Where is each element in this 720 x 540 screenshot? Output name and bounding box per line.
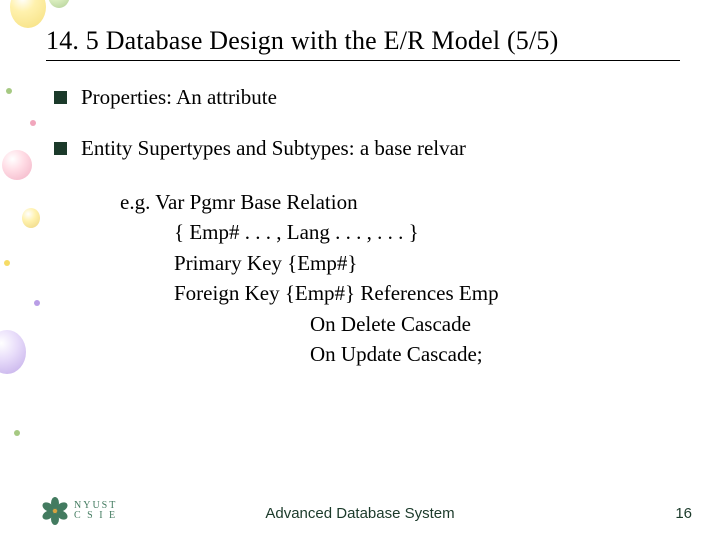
- example-line: On Update Cascade;: [120, 339, 680, 369]
- bullet-item: Entity Supertypes and Subtypes: a base r…: [54, 136, 680, 161]
- example-line: On Delete Cascade: [120, 309, 680, 339]
- bullet-text: Properties: An attribute: [81, 85, 277, 110]
- slide-title: 14. 5 Database Design with the E/R Model…: [46, 26, 680, 61]
- page-number: 16: [675, 505, 692, 522]
- footer-title: Advanced Database System: [0, 505, 720, 522]
- example-block: e.g. Var Pgmr Base Relation { Emp# . . .…: [120, 187, 680, 370]
- example-line: e.g. Var Pgmr Base Relation: [120, 187, 680, 217]
- square-bullet-icon: [54, 142, 67, 155]
- bullet-text: Entity Supertypes and Subtypes: a base r…: [81, 136, 466, 161]
- footer: NYUST C S I E Advanced Database System 1…: [0, 496, 720, 526]
- example-line: Primary Key {Emp#}: [120, 248, 680, 278]
- bullet-list: Properties: An attribute Entity Supertyp…: [54, 85, 680, 161]
- example-line: { Emp# . . . , Lang . . . , . . . }: [120, 217, 680, 247]
- bullet-item: Properties: An attribute: [54, 85, 680, 110]
- square-bullet-icon: [54, 91, 67, 104]
- slide: 14. 5 Database Design with the E/R Model…: [0, 0, 720, 540]
- example-line: Foreign Key {Emp#} References Emp: [120, 278, 680, 308]
